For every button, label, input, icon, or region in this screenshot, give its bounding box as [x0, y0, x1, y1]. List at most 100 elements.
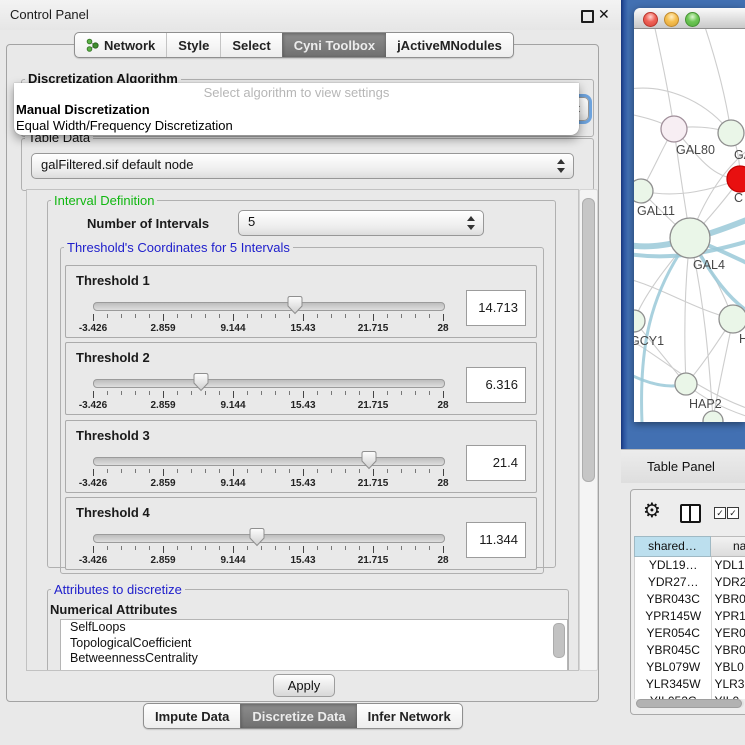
slider-tick: [163, 314, 164, 321]
columns-icon[interactable]: [680, 504, 701, 523]
cell-shared-name[interactable]: YDL19…: [635, 557, 711, 574]
table-row[interactable]: YDL19…YDL1: [635, 557, 745, 574]
tab-select[interactable]: Select: [220, 33, 281, 57]
slider-tick: [191, 314, 192, 318]
slider-track[interactable]: [93, 457, 445, 466]
tab-label: Infer Network: [368, 709, 451, 724]
slider-track[interactable]: [93, 379, 445, 388]
zoom-traffic-light-icon[interactable]: [685, 12, 700, 27]
table-data-combo[interactable]: galFiltered.sif default node: [31, 153, 574, 179]
network-window-titlebar[interactable]: [634, 8, 745, 29]
cell-name[interactable]: YDL1: [711, 557, 745, 574]
threshold-value-field[interactable]: 11.344: [466, 522, 526, 558]
minimize-traffic-light-icon[interactable]: [664, 12, 679, 27]
slider-tick: [359, 546, 360, 550]
slider-tick-label: 28: [437, 555, 448, 566]
checkbox-select-icon[interactable]: ✓: [714, 507, 726, 519]
tab-discretize-data[interactable]: Discretize Data: [240, 704, 356, 728]
tab-cyni-toolbox[interactable]: Cyni Toolbox: [282, 33, 386, 57]
table-row[interactable]: YDR27…YDR2: [635, 574, 745, 591]
cell-shared-name[interactable]: YBR043C: [635, 591, 711, 608]
slider-tick: [387, 314, 388, 318]
cell-name[interactable]: YDR2: [711, 574, 745, 591]
number-of-intervals-value: 5: [248, 211, 255, 233]
slider-tick: [205, 314, 206, 318]
slider-tick-label: 2.859: [150, 555, 175, 566]
table-row[interactable]: YBR043CYBR0: [635, 591, 745, 608]
list-item[interactable]: BetweennessCentrality: [61, 651, 567, 667]
list-scrollbar-thumb[interactable]: [553, 623, 565, 658]
tab-impute-data[interactable]: Impute Data: [144, 704, 240, 728]
close-traffic-light-icon[interactable]: [643, 12, 658, 27]
slider-tick: [415, 546, 416, 550]
slider-thumb[interactable]: [361, 450, 377, 470]
tab-network[interactable]: Network: [75, 33, 166, 57]
threshold-value-field[interactable]: 14.713: [466, 290, 526, 326]
vertical-scrollbar-thumb[interactable]: [582, 198, 595, 482]
slider-tick: [177, 546, 178, 550]
network-graph: GAL80GACGAL11GAL4GCY1HHAP2: [634, 29, 745, 422]
threshold-label: Threshold 2: [76, 350, 150, 365]
apply-button[interactable]: Apply: [273, 674, 335, 697]
list-item[interactable]: SelfLoops: [61, 620, 567, 636]
table-row[interactable]: YBR045CYBR0: [635, 642, 745, 659]
dropdown-option-equal-width-frequency[interactable]: Equal Width/Frequency Discretization: [16, 118, 233, 133]
slider-track[interactable]: [93, 534, 445, 543]
cell-shared-name[interactable]: YBR045C: [635, 642, 711, 659]
slider-tick: [93, 391, 94, 398]
slider-tick: [275, 469, 276, 473]
cell-name[interactable]: YBR0: [711, 642, 745, 659]
cell-name[interactable]: YLR3: [711, 676, 745, 693]
group-title-interval-definition: Interval Definition: [51, 193, 157, 208]
tab-style[interactable]: Style: [166, 33, 220, 57]
tab-jactivemnodules[interactable]: jActiveMNodules: [386, 33, 513, 57]
table-row[interactable]: YBL079WYBL0: [635, 659, 745, 676]
cell-shared-name[interactable]: YLR345W: [635, 676, 711, 693]
slider-tick: [135, 314, 136, 318]
cell-name[interactable]: YBR0: [711, 591, 745, 608]
slider-thumb[interactable]: [287, 295, 303, 315]
numerical-attributes-list[interactable]: SelfLoopsTopologicalCoefficientBetweenne…: [60, 619, 568, 671]
table-row[interactable]: YER054CYER0: [635, 625, 745, 642]
horizontal-scrollbar-thumb[interactable]: [636, 699, 742, 708]
slider-tick: [233, 314, 234, 321]
slider-tick-label: -3.426: [79, 400, 107, 411]
cell-name[interactable]: YBL0: [711, 659, 745, 676]
slider-track[interactable]: [93, 302, 445, 311]
slider-tick: [135, 469, 136, 473]
table-row[interactable]: YPR145WYPR1: [635, 608, 745, 625]
slider-thumb[interactable]: [249, 527, 265, 547]
cell-name[interactable]: YER0: [711, 625, 745, 642]
gear-icon[interactable]: ⚙: [643, 498, 661, 523]
slider-tick: [205, 469, 206, 473]
cell-shared-name[interactable]: YER054C: [635, 625, 711, 642]
close-icon[interactable]: ✕: [598, 6, 610, 23]
slider-tick: [443, 391, 444, 398]
slider-tick: [163, 469, 164, 476]
horizontal-scrollbar[interactable]: [636, 699, 744, 708]
checkbox-select-icon[interactable]: ✓: [727, 507, 739, 519]
slider-tick: [415, 469, 416, 473]
cell-shared-name[interactable]: YDR27…: [635, 574, 711, 591]
network-canvas[interactable]: GAL80GACGAL11GAL4GCY1HHAP2: [634, 29, 745, 422]
list-item[interactable]: TopologicalCoefficient: [61, 636, 567, 652]
tab-infer-network[interactable]: Infer Network: [357, 704, 462, 728]
dropdown-option-manual-discretization[interactable]: Manual Discretization: [16, 102, 150, 117]
column-header-shared-name[interactable]: shared…: [634, 536, 711, 557]
slider-tick: [373, 469, 374, 476]
number-of-intervals-combo[interactable]: 5: [238, 210, 484, 236]
slider-thumb[interactable]: [193, 372, 209, 392]
cell-shared-name[interactable]: YBL079W: [635, 659, 711, 676]
slider-tick-label: 15.43: [290, 400, 315, 411]
cell-shared-name[interactable]: YPR145W: [635, 608, 711, 625]
threshold-value-field[interactable]: 21.4: [466, 445, 526, 481]
threshold-value-field[interactable]: 6.316: [466, 367, 526, 403]
table-row[interactable]: YLR345WYLR3: [635, 676, 745, 693]
slider-tick: [387, 469, 388, 473]
slider-tick: [261, 391, 262, 395]
cell-name[interactable]: YPR1: [711, 608, 745, 625]
vertical-scrollbar[interactable]: [579, 189, 598, 671]
slider-tick: [415, 314, 416, 318]
float-window-icon[interactable]: [581, 10, 594, 23]
column-header-name[interactable]: na: [711, 536, 745, 557]
